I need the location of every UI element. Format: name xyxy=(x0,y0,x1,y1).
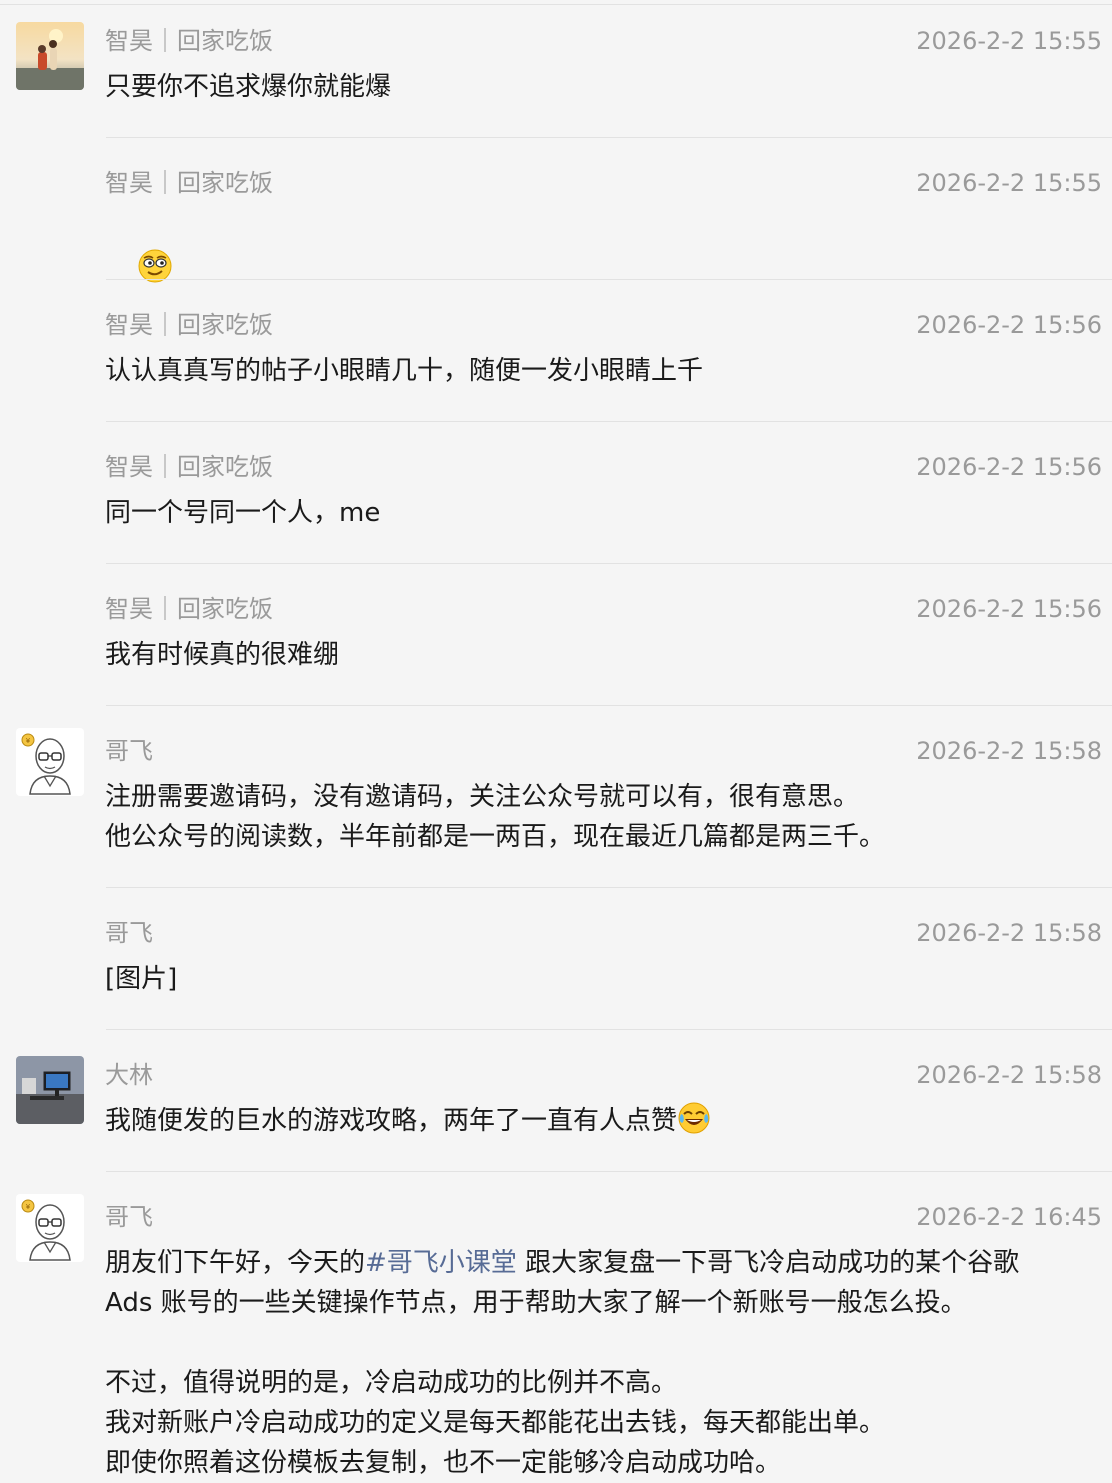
top-divider xyxy=(0,4,1112,5)
tears-of-joy-icon xyxy=(678,1102,710,1134)
message-divider xyxy=(106,1029,1112,1030)
avatar-photo-desk xyxy=(16,1056,84,1124)
sender-name: 智昊｜回家吃饭 xyxy=(105,27,273,55)
message-divider xyxy=(106,421,1112,422)
message-text: 我有时候真的很难绷 xyxy=(105,640,340,670)
timestamp: 2026-2-2 16:45 xyxy=(916,1203,1102,1231)
message-text: 我随便发的巨水的游戏攻略，两年了一直有人点赞 xyxy=(105,1101,1088,1141)
image-placeholder-text[interactable]: [图片] xyxy=(105,959,1088,999)
message-divider xyxy=(106,279,1112,280)
svg-text:¥: ¥ xyxy=(26,737,31,745)
timestamp: 2026-2-2 15:55 xyxy=(916,169,1102,197)
sender-name: 智昊｜回家吃饭 xyxy=(105,595,273,623)
avatar[interactable]: ¥ xyxy=(16,728,84,796)
timestamp: 2026-2-2 15:58 xyxy=(916,919,1102,947)
message-text: 同一个号同一个人，me xyxy=(105,498,381,528)
message-text: 注册需要邀请码，没有邀请码，关注公众号就可以有，很有意思。 他公众号的阅读数，半… xyxy=(105,782,886,852)
sender-name: 智昊｜回家吃饭 xyxy=(105,453,273,481)
sender-name: 智昊｜回家吃饭 xyxy=(105,169,273,197)
message-body: 我随便发的巨水的游戏攻略，两年了一直有人点赞 xyxy=(105,1106,678,1136)
message-text: 只要你不追求爆你就能爆 xyxy=(105,72,392,102)
timestamp: 2026-2-2 15:58 xyxy=(916,1061,1102,1089)
avatar-photo-sunset xyxy=(16,22,84,90)
hashtag-link[interactable]: #哥飞小课堂 xyxy=(365,1248,517,1278)
sender-name: 智昊｜回家吃饭 xyxy=(105,311,273,339)
timestamp: 2026-2-2 15:55 xyxy=(916,27,1102,55)
sender-name: 哥飞 xyxy=(105,737,153,765)
sender-name: 哥飞 xyxy=(105,919,153,947)
smirk-face-icon xyxy=(138,249,172,283)
avatar[interactable]: ¥ xyxy=(16,1194,84,1262)
svg-text:¥: ¥ xyxy=(26,1203,31,1211)
message-text-part: 跟大家复盘一下哥飞冷启动成功的某个谷歌 Ads 账号的一些关键操作节点，用于帮助… xyxy=(105,1248,1020,1478)
timestamp: 2026-2-2 15:56 xyxy=(916,311,1102,339)
message-divider xyxy=(106,563,1112,564)
avatar[interactable] xyxy=(16,22,84,90)
avatar-cartoon-man: ¥ xyxy=(16,1194,84,1262)
message-divider xyxy=(106,705,1112,706)
avatar-cartoon-man: ¥ xyxy=(16,728,84,796)
message-text: 认认真真写的帖子小眼睛几十，随便一发小眼睛上千 xyxy=(105,356,704,386)
sender-name: 大林 xyxy=(105,1061,153,1089)
message-divider xyxy=(106,887,1112,888)
sender-name: 哥飞 xyxy=(105,1203,153,1231)
message-text-part: 朋友们下午好，今天的 xyxy=(105,1248,366,1278)
message-divider xyxy=(106,137,1112,138)
timestamp: 2026-2-2 15:56 xyxy=(916,595,1102,623)
timestamp: 2026-2-2 15:56 xyxy=(916,453,1102,481)
message-text: 朋友们下午好，今天的#哥飞小课堂 跟大家复盘一下哥飞冷启动成功的某个谷歌 Ads… xyxy=(105,1243,1088,1483)
timestamp: 2026-2-2 15:58 xyxy=(916,737,1102,765)
message-divider xyxy=(106,1171,1112,1172)
avatar[interactable] xyxy=(16,1056,84,1124)
